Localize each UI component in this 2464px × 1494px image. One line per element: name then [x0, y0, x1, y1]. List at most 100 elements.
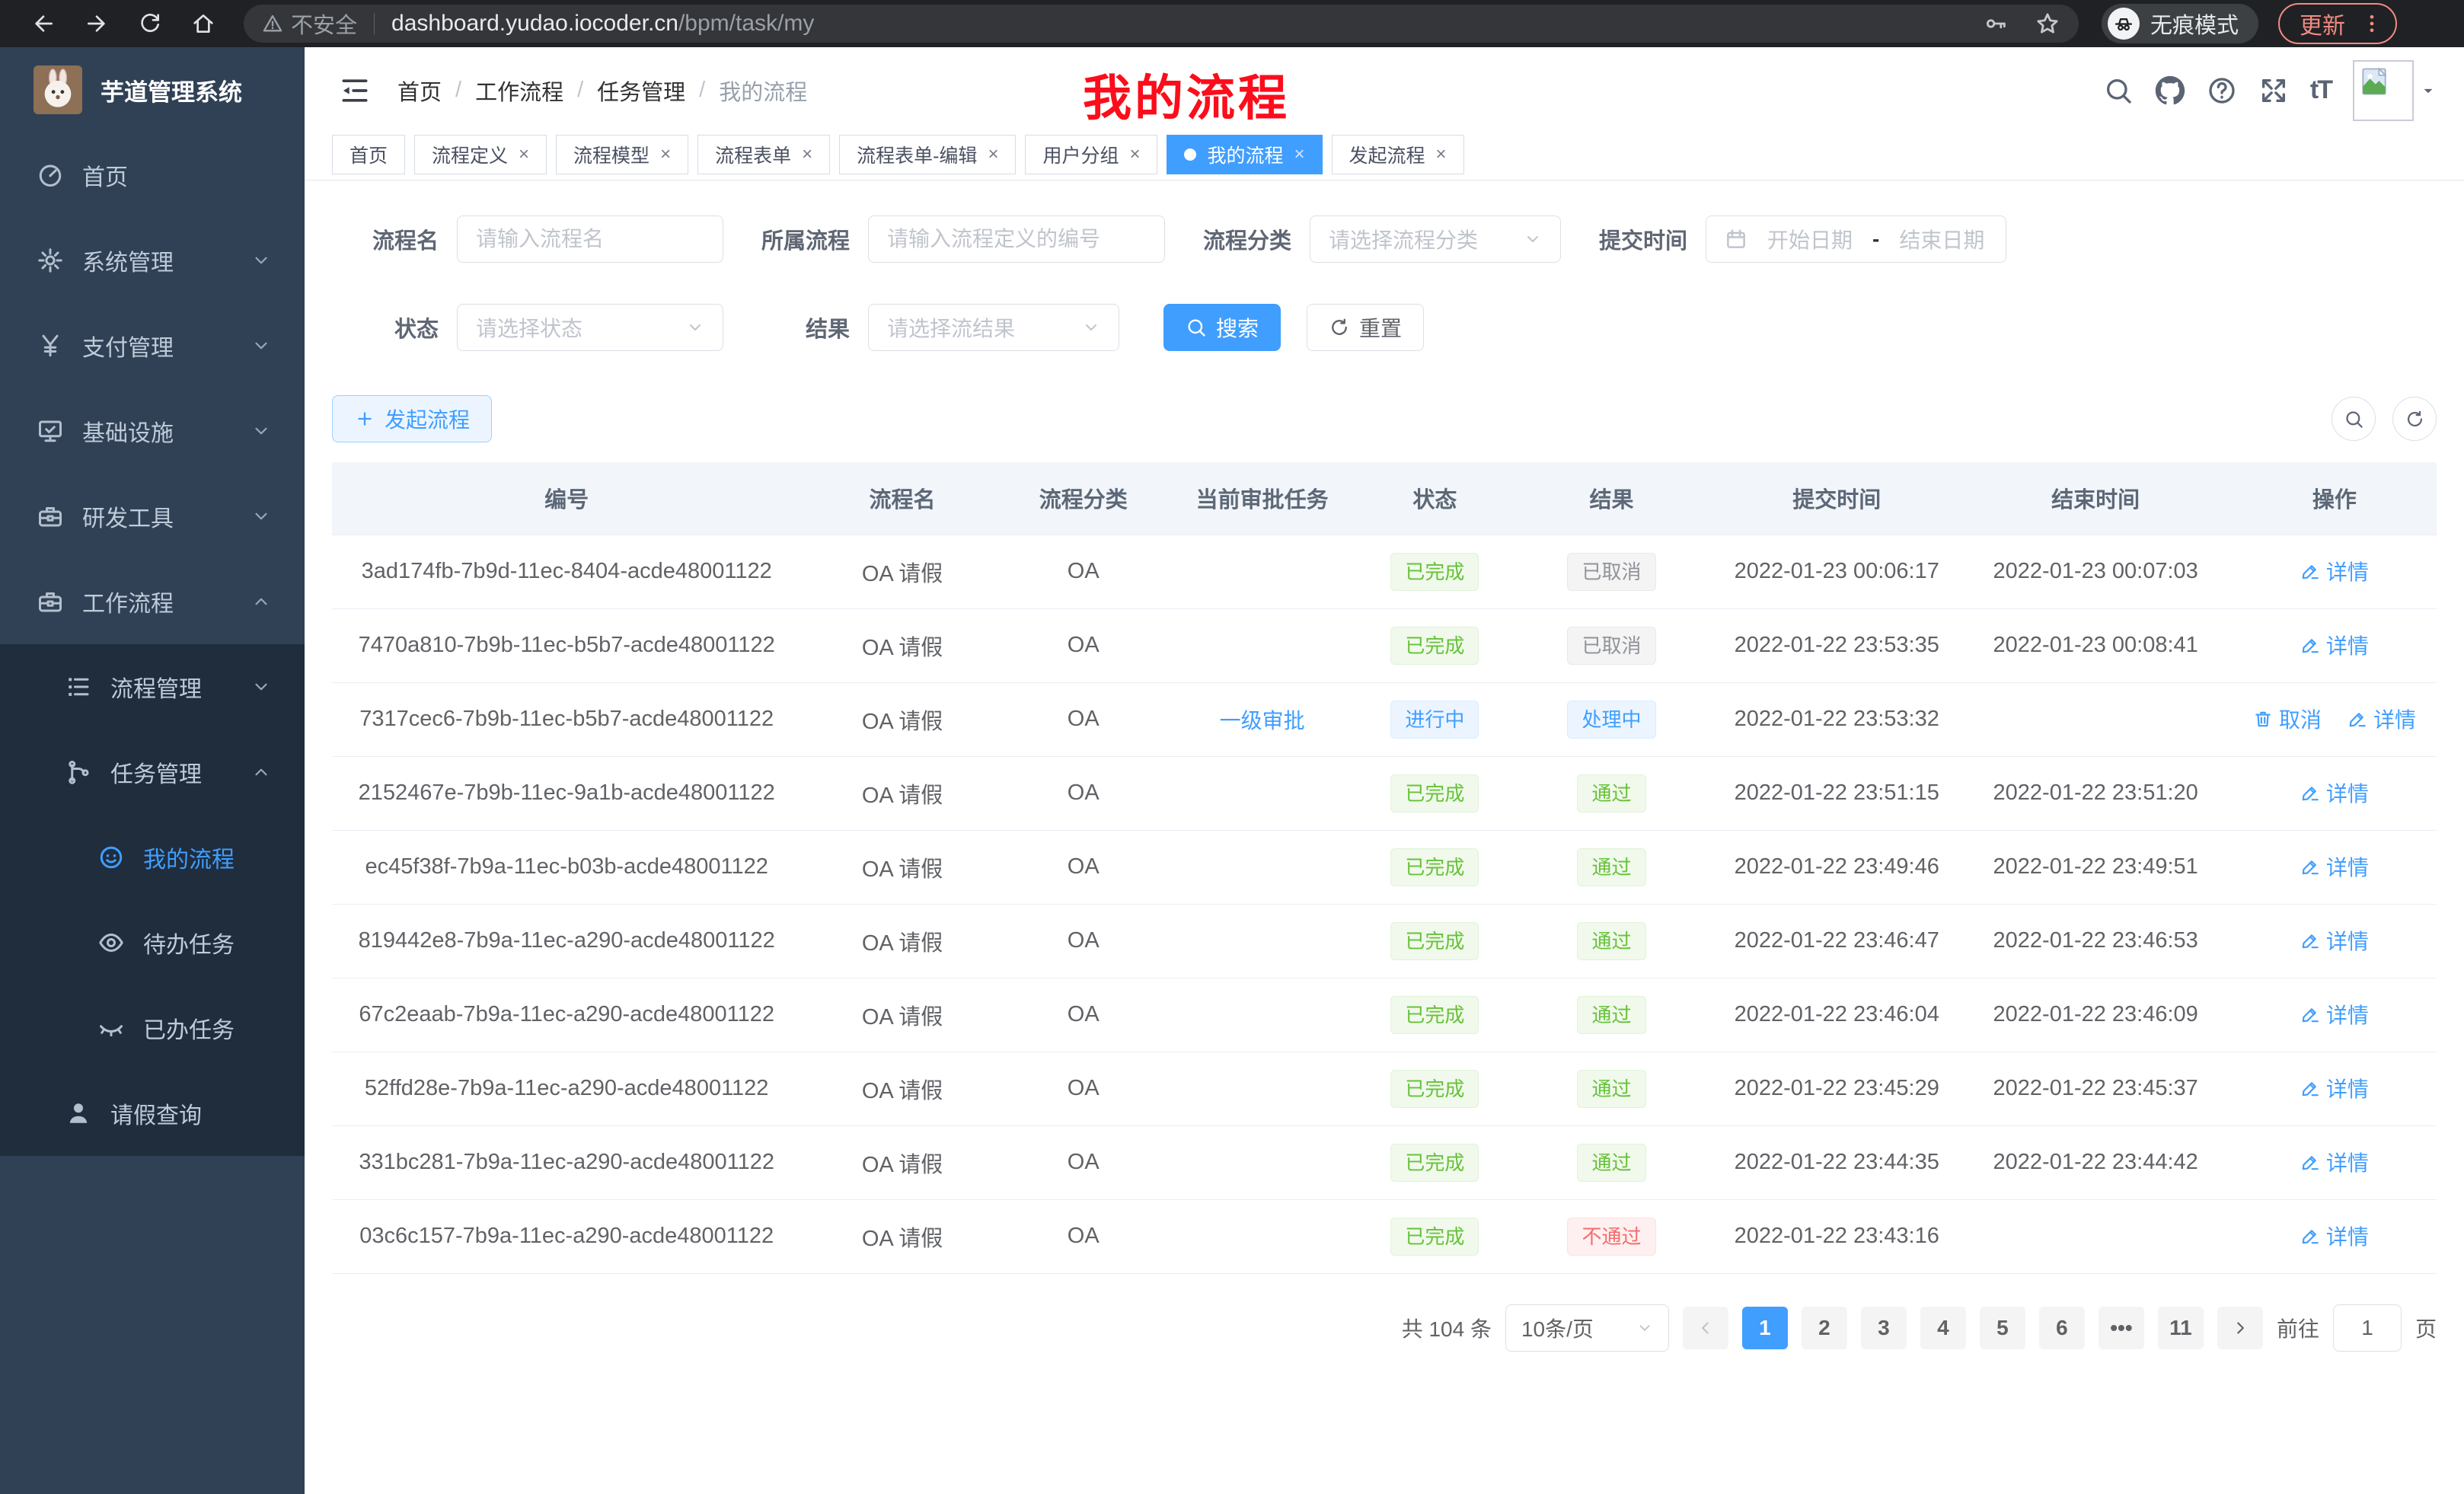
current-task-link[interactable]: 一级审批 [1220, 704, 1305, 735]
detail-link[interactable]: 详情 [2300, 851, 2369, 882]
browser-update-button[interactable]: 更新 [2278, 3, 2397, 44]
password-key-icon[interactable] [1983, 11, 2009, 37]
sidebar-item-process-mgmt[interactable]: 流程管理 [0, 644, 305, 729]
sidebar-item-infra[interactable]: 基础设施 [0, 388, 305, 474]
trash-icon [2253, 709, 2273, 729]
submit-time-range-picker[interactable]: 开始日期 - 结束日期 [1706, 215, 2006, 263]
sidebar-item-todo-tasks[interactable]: 待办任务 [0, 900, 305, 985]
detail-link[interactable]: 详情 [2300, 999, 2369, 1030]
result-select[interactable]: 请选择流结果 [868, 304, 1119, 351]
prev-page-button[interactable] [1683, 1307, 1728, 1349]
cell-category: OA [1004, 978, 1163, 1052]
toggle-search-button[interactable] [2332, 397, 2376, 441]
page-button-2[interactable]: 2 [1802, 1307, 1847, 1349]
detail-link[interactable]: 详情 [2300, 925, 2369, 956]
page-button-6[interactable]: 6 [2039, 1307, 2085, 1349]
page-button-5[interactable]: 5 [1980, 1307, 2025, 1349]
detail-link[interactable]: 详情 [2300, 777, 2369, 808]
tab-close-icon[interactable]: × [1294, 144, 1305, 165]
page-button-11[interactable]: 11 [2158, 1307, 2204, 1349]
tab-home[interactable]: 首页 [332, 135, 405, 174]
sidebar-item-devtools[interactable]: 研发工具 [0, 474, 305, 559]
page-ellipsis[interactable]: ••• [2099, 1307, 2144, 1349]
sidebar-item-task-mgmt[interactable]: 任务管理 [0, 729, 305, 815]
result-badge: 已取消 [1567, 627, 1655, 665]
sidebar-item-workflow[interactable]: 工作流程 [0, 559, 305, 644]
url-bar[interactable]: 不安全 dashboard.yudao.iocoder.cn/bpm/task/… [244, 5, 2079, 43]
page-size-select[interactable]: 10条/页 [1505, 1304, 1669, 1352]
cell-category: OA [1004, 1052, 1163, 1125]
browser-forward-button[interactable] [73, 5, 120, 43]
avatar[interactable] [2353, 60, 2414, 121]
page-button-1[interactable]: 1 [1742, 1307, 1788, 1349]
sidebar-item-system[interactable]: 系统管理 [0, 218, 305, 303]
process-name-input[interactable] [457, 215, 723, 263]
cell-current-task [1163, 608, 1361, 682]
cell-id: 67c2eaab-7b9a-11ec-a290-acde48001122 [332, 978, 801, 1052]
tab-label: 首页 [349, 141, 388, 168]
tab-close-icon[interactable]: × [1129, 144, 1140, 165]
tab-process-model[interactable]: 流程模型 × [556, 135, 688, 174]
search-button[interactable]: 搜索 [1163, 304, 1281, 351]
cell-category: OA [1004, 1125, 1163, 1199]
table-row: 3ad174fb-7b9d-11ec-8404-acde48001122 OA … [332, 535, 2437, 608]
page-button-4[interactable]: 4 [1920, 1307, 1966, 1349]
github-icon[interactable] [2155, 75, 2185, 106]
cell-end-time: 2022-01-22 23:51:20 [1959, 756, 2233, 830]
category-select[interactable]: 请选择流程分类 [1310, 215, 1561, 263]
tab-start-process[interactable]: 发起流程 × [1332, 135, 1464, 174]
sidebar-item-leave-query[interactable]: 请假查询 [0, 1071, 305, 1156]
sidebar-item-my-process[interactable]: 我的流程 [0, 815, 305, 900]
owner-process-input[interactable] [868, 215, 1165, 263]
tab-my-process[interactable]: 我的流程 × [1167, 135, 1322, 174]
tab-close-icon[interactable]: × [660, 144, 671, 165]
owner-process-label: 所属流程 [751, 223, 850, 255]
url-host: dashboard.yudao.iocoder.cn [391, 11, 678, 37]
pagination-total: 共 104 条 [1402, 1313, 1492, 1343]
search-icon[interactable] [2103, 75, 2134, 106]
reset-button[interactable]: 重置 [1307, 304, 1424, 351]
browser-home-button[interactable] [180, 5, 227, 43]
font-size-icon[interactable]: tT [2310, 75, 2332, 105]
breadcrumb-item[interactable]: 工作流程 [475, 75, 563, 107]
detail-link[interactable]: 详情 [2300, 1073, 2369, 1103]
breadcrumb-item[interactable]: 任务管理 [597, 75, 685, 107]
avatar-caret-down-icon[interactable] [2418, 81, 2438, 101]
cell-category: OA [1004, 756, 1163, 830]
sidebar-item-home[interactable]: 首页 [0, 132, 305, 218]
refresh-table-button[interactable] [2392, 397, 2437, 441]
tab-process-form[interactable]: 流程表单 × [697, 135, 830, 174]
tab-user-group[interactable]: 用户分组 × [1025, 135, 1157, 174]
pagination: 共 104 条 10条/页 1 2 3 4 5 6 ••• 11 前往 页 [332, 1304, 2437, 1397]
bookmark-star-icon[interactable] [2035, 11, 2060, 37]
start-process-button[interactable]: 发起流程 [332, 395, 492, 442]
page-button-3[interactable]: 3 [1861, 1307, 1907, 1349]
tab-close-icon[interactable]: × [1436, 144, 1447, 165]
browser-back-button[interactable] [20, 5, 67, 43]
help-icon[interactable] [2207, 75, 2237, 106]
detail-link[interactable]: 详情 [2300, 1221, 2369, 1251]
tab-process-form-edit[interactable]: 流程表单-编辑 × [839, 135, 1016, 174]
status-select[interactable]: 请选择状态 [457, 304, 723, 351]
tab-close-icon[interactable]: × [802, 144, 812, 165]
detail-link[interactable]: 详情 [2300, 630, 2369, 660]
col-current-task: 当前审批任务 [1163, 462, 1361, 535]
detail-link[interactable]: 详情 [2348, 704, 2416, 734]
cell-end-time: 2022-01-22 23:46:53 [1959, 904, 2233, 978]
result-badge: 通过 [1577, 996, 1645, 1034]
browser-reload-button[interactable] [126, 5, 174, 43]
breadcrumb-item[interactable]: 首页 [397, 75, 442, 107]
sidebar-item-done-tasks[interactable]: 已办任务 [0, 985, 305, 1071]
browser-menu-kebab-icon[interactable] [2360, 12, 2383, 35]
tab-process-definition[interactable]: 流程定义 × [414, 135, 547, 174]
tab-close-icon[interactable]: × [988, 144, 998, 165]
sidebar-item-payment[interactable]: 支付管理 [0, 303, 305, 388]
next-page-button[interactable] [2217, 1307, 2263, 1349]
detail-link[interactable]: 详情 [2300, 1147, 2369, 1177]
tab-close-icon[interactable]: × [519, 144, 529, 165]
sidebar-collapse-icon[interactable] [338, 74, 372, 107]
cancel-link[interactable]: 取消 [2253, 704, 2322, 734]
goto-page-input[interactable] [2333, 1304, 2402, 1352]
fullscreen-icon[interactable] [2258, 75, 2289, 106]
detail-link[interactable]: 详情 [2300, 556, 2369, 586]
